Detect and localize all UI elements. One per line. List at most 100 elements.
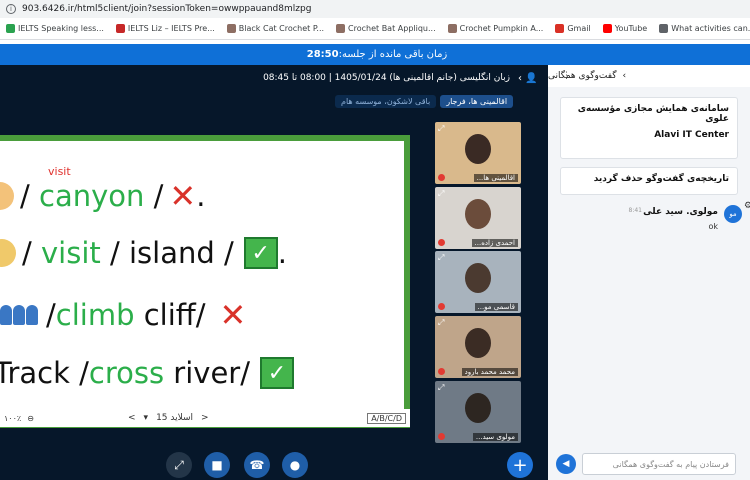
participant-name: محمد محمد بارود bbox=[461, 368, 518, 376]
bookmark-item[interactable]: Crochet Bat Appliqu... bbox=[336, 24, 436, 33]
bookmark-icon bbox=[602, 24, 612, 33]
slide-selector[interactable]: اسلاید 15 bbox=[156, 413, 193, 423]
camera-icon: ■ bbox=[211, 458, 223, 472]
camera-button[interactable]: ■ bbox=[204, 452, 230, 478]
participant-video bbox=[465, 328, 491, 358]
bookmark-icon bbox=[115, 24, 125, 33]
video-tile[interactable]: ⤢ احمدی زاده... bbox=[435, 187, 521, 249]
expand-icon[interactable]: ⤢ bbox=[438, 124, 444, 134]
next-slide-button[interactable]: > bbox=[201, 413, 209, 423]
cross-icon: ✕ bbox=[219, 296, 247, 334]
bookmark-icon bbox=[555, 24, 565, 33]
audio-button[interactable]: ☎ bbox=[244, 452, 270, 478]
chat-cleared-notice: تاریخچه‌ی گفت‌وگو حذف گردید bbox=[560, 167, 738, 195]
chat-panel: › گفت‌وگوی همگانی ⋮ سامانه‌ی همایش مجازی… bbox=[548, 65, 750, 480]
slide-navigation: < ▾ اسلاید 15 > bbox=[128, 413, 209, 423]
participant-name: اقالمینی ها... bbox=[473, 174, 518, 182]
slide-word: visit bbox=[41, 236, 101, 270]
slide-line-2: / visit / island / ✓ . bbox=[0, 236, 287, 270]
user-list-icon[interactable]: ‹ 👤 bbox=[518, 73, 538, 84]
bookmark-item[interactable]: What activities can... bbox=[659, 24, 750, 33]
chat-input[interactable]: فرستادن پیام به گفت‌وگوی همگانی bbox=[582, 453, 736, 475]
participant-name: قاسمی مو... bbox=[474, 303, 518, 311]
video-tile[interactable]: ⤢ قاسمی مو... bbox=[435, 251, 521, 313]
bookmark-item[interactable]: Black Cat Crochet P... bbox=[226, 24, 324, 33]
participant-name: احمدی زاده... bbox=[471, 239, 518, 247]
bookmarks-bar: IELTS Speaking less... IELTS Liz – IELTS … bbox=[0, 18, 750, 40]
video-tile[interactable]: ⤢ محمد محمد بارود bbox=[435, 316, 521, 378]
chat-title: گفت‌وگوی همگانی bbox=[548, 71, 617, 81]
bookmark-icon bbox=[226, 24, 236, 33]
expand-icon[interactable]: ⤢ bbox=[438, 383, 444, 393]
gear-icon[interactable]: ⚙ bbox=[744, 201, 750, 211]
slide-line-3: / climb cliff/ ✕ bbox=[0, 296, 246, 334]
message-time: 8:41 bbox=[628, 207, 642, 214]
bookmark-item[interactable]: Crochet Pumpkin A... bbox=[447, 24, 543, 33]
participant-name: مولوی سید... bbox=[472, 433, 518, 441]
cross-icon: ✕ bbox=[169, 177, 197, 215]
family-emoji-icon bbox=[0, 305, 38, 325]
mic-muted-icon bbox=[438, 433, 445, 440]
send-button[interactable]: ◀ bbox=[556, 454, 576, 474]
slide-word: canyon bbox=[39, 179, 145, 213]
expand-icon[interactable]: ⤢ bbox=[438, 189, 444, 199]
chevron-right-icon[interactable]: › bbox=[623, 71, 627, 81]
mic-muted-icon bbox=[438, 174, 445, 181]
check-icon: ✓ bbox=[259, 357, 294, 389]
bookmark-icon bbox=[6, 24, 15, 33]
video-tile[interactable]: ⤢ اقالمینی ها... bbox=[435, 122, 521, 184]
site-info-icon[interactable]: i bbox=[6, 4, 16, 14]
chevron-down-icon[interactable]: ▾ bbox=[144, 413, 149, 423]
participant-video bbox=[465, 134, 491, 164]
quick-poll-button[interactable]: A/B/C/D bbox=[367, 412, 406, 424]
mic-muted-icon bbox=[438, 303, 445, 310]
fit-icon[interactable]: ⊖ bbox=[27, 414, 34, 423]
message-text: ok bbox=[708, 222, 718, 231]
chat-header: › گفت‌وگوی همگانی ⋮ bbox=[548, 65, 750, 87]
video-tile[interactable]: ⤢ مولوی سید... bbox=[435, 381, 521, 443]
participant-video bbox=[465, 263, 491, 293]
url-text[interactable]: 903.6426.ir/html5client/join?sessionToke… bbox=[22, 4, 311, 14]
plus-icon: + bbox=[512, 454, 528, 476]
mic-muted-icon bbox=[438, 368, 445, 375]
slide-word: cross bbox=[88, 356, 165, 390]
microphone-icon: ● bbox=[289, 458, 301, 472]
mic-muted-icon bbox=[438, 239, 445, 246]
session-title: زبان انگلیسی (جانم اقالمینی ها) 1405/01/… bbox=[263, 73, 510, 83]
slide-toolbar: ۱۰۰٪ ⊖ < ▾ اسلاید 15 > A/B/C/D bbox=[0, 409, 410, 427]
welcome-title: سامانه‌ی همایش مجازی مؤسسه‌ی علوی bbox=[577, 104, 729, 124]
participant-video bbox=[465, 199, 491, 229]
bookmark-item[interactable]: Gmail bbox=[555, 24, 591, 33]
check-icon: ✓ bbox=[243, 237, 278, 269]
avatar: مو bbox=[724, 205, 742, 223]
more-options-icon[interactable]: ⋮ bbox=[562, 71, 571, 81]
presentation-slide: visit / canyon / ✕ . / visit / island / … bbox=[0, 135, 410, 428]
welcome-subtitle: Alavi IT Center bbox=[654, 130, 729, 140]
send-icon: ◀ bbox=[562, 459, 570, 469]
prev-slide-button[interactable]: < bbox=[128, 413, 136, 423]
bookmark-item[interactable]: YouTube bbox=[602, 24, 647, 33]
session-timer-bar: زمان باقی مانده از جلسه: 28:50 bbox=[0, 44, 750, 65]
tag-item[interactable]: اقالمینی ها، فرجار bbox=[440, 95, 514, 108]
screen-share-button[interactable]: ⤢ bbox=[166, 452, 192, 478]
expand-icon[interactable]: ⤢ bbox=[438, 318, 444, 328]
participant-video bbox=[465, 393, 491, 423]
presenter-tags: باقی لاشکون، موسسه هام اقالمینی ها، فرجا… bbox=[335, 95, 514, 108]
actions-button[interactable]: + bbox=[507, 452, 533, 478]
message-author: مولوی. سید علی bbox=[643, 207, 718, 217]
bookmark-item[interactable]: IELTS Speaking less... bbox=[6, 24, 104, 33]
mic-button[interactable]: ● bbox=[282, 452, 308, 478]
welcome-card: سامانه‌ی همایش مجازی مؤسسه‌ی علوی Alavi … bbox=[560, 97, 738, 159]
slide-line-4: Track / cross river/ ✓ bbox=[0, 356, 294, 390]
slide-line-1: / canyon / ✕ . bbox=[0, 177, 205, 215]
expand-icon[interactable]: ⤢ bbox=[438, 253, 444, 263]
zoom-level[interactable]: ۱۰۰٪ bbox=[4, 414, 21, 423]
bookmark-item[interactable]: IELTS Liz – IELTS Pre... bbox=[115, 24, 215, 33]
girl-emoji-icon bbox=[0, 239, 16, 267]
slide-word: climb bbox=[55, 298, 135, 332]
phone-icon: ☎ bbox=[249, 458, 265, 472]
address-bar[interactable]: i 903.6426.ir/html5client/join?sessionTo… bbox=[0, 0, 750, 18]
bookmark-icon bbox=[336, 24, 346, 33]
bookmark-icon bbox=[659, 24, 669, 33]
tag-item[interactable]: باقی لاشکون، موسسه هام bbox=[335, 95, 437, 108]
